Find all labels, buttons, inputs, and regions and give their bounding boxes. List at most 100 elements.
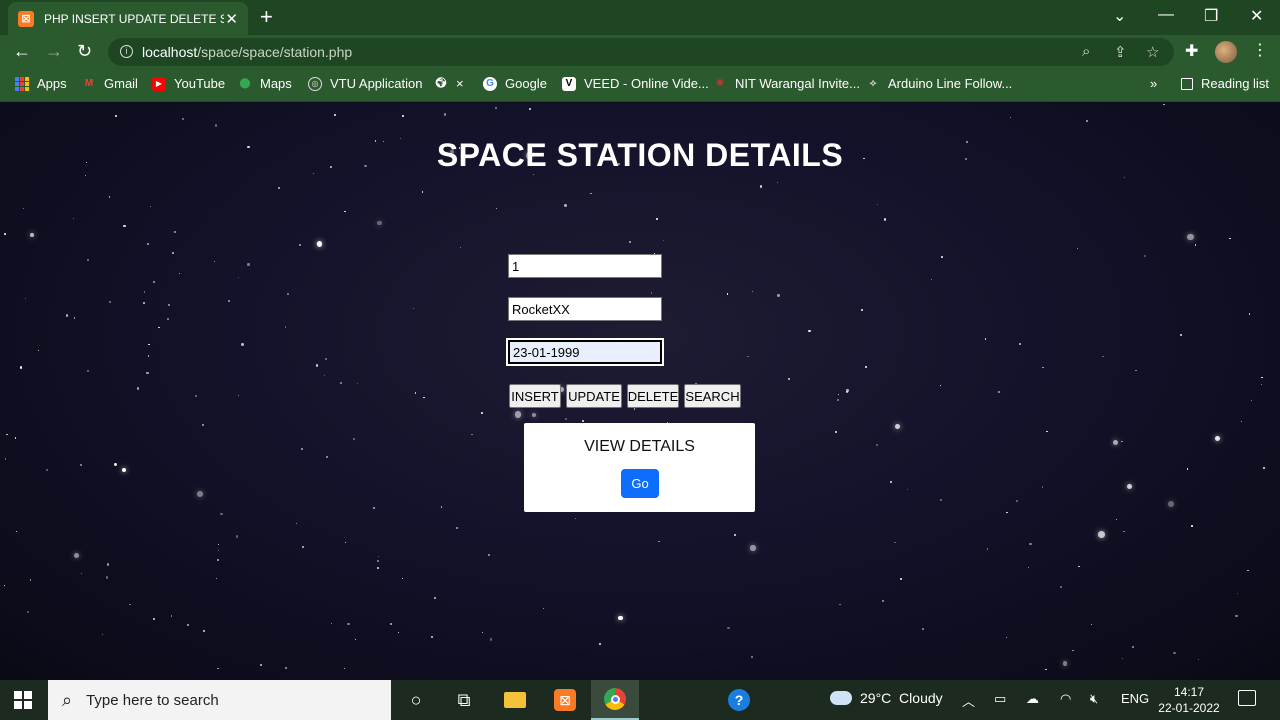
- view-details-panel: VIEW DETAILS Go: [524, 423, 755, 512]
- tab-search-chevron-icon[interactable]: ⌄: [1113, 6, 1126, 26]
- star-dot: [663, 239, 665, 241]
- star-dot: [1173, 651, 1176, 654]
- battery-icon[interactable]: ▭: [994, 691, 1006, 707]
- star-dot: [84, 174, 87, 177]
- minimize-icon[interactable]: —: [1158, 6, 1174, 24]
- star-dot: [397, 631, 399, 633]
- go-button[interactable]: Go: [621, 469, 659, 498]
- cortana-circle-icon[interactable]: ○: [404, 688, 428, 712]
- star-dot: [123, 224, 126, 228]
- chrome-app[interactable]: [591, 680, 639, 720]
- bookmark-arduino[interactable]: ⟡ Arduino Line Follow...: [866, 76, 1013, 91]
- window-close-icon[interactable]: ✕: [1250, 6, 1263, 26]
- star-dot: [734, 533, 737, 536]
- search-button[interactable]: SEARCH: [684, 384, 741, 408]
- bookmark-label: Apps: [37, 76, 67, 91]
- notification-icon[interactable]: [1238, 690, 1256, 706]
- star-dot: [295, 522, 298, 525]
- star-dot: [482, 631, 484, 633]
- task-view-icon[interactable]: ⧉: [452, 688, 476, 712]
- taskbar-search[interactable]: ⌕ Type here to search: [48, 680, 391, 720]
- address-bar[interactable]: i localhost/space/space/station.php ⌕ ⇪ …: [108, 38, 1174, 66]
- bookmark-apps[interactable]: Apps: [15, 76, 67, 91]
- star-dot: [1131, 646, 1134, 649]
- star-dot: [650, 292, 653, 295]
- help-app[interactable]: ?: [715, 680, 763, 720]
- bookmarks-bar: Apps M Gmail ▶ YouTube ⬤ Maps ◎ VTU Appl…: [0, 68, 1280, 102]
- star-dot: [401, 115, 404, 118]
- star-dot: [106, 563, 110, 566]
- forward-arrow-icon[interactable]: →: [45, 41, 63, 61]
- star-dot: [29, 579, 32, 581]
- bookmark-maps[interactable]: ⬤ Maps: [238, 76, 291, 91]
- volume-muted-icon[interactable]: 🔇︎: [1090, 691, 1098, 707]
- bookmark-vtu[interactable]: ◎ VTU Application: [308, 76, 423, 91]
- star-dot: [1195, 244, 1197, 246]
- wifi-icon[interactable]: ◠: [1060, 691, 1071, 707]
- star-dot: [153, 618, 156, 620]
- star-dot: [1122, 658, 1124, 660]
- menu-dots-icon[interactable]: ⋮: [1252, 40, 1268, 60]
- file-explorer-app[interactable]: [491, 680, 539, 720]
- star-dot: [1143, 254, 1146, 257]
- bookmarks-overflow[interactable]: »: [1150, 76, 1157, 91]
- bookmark-nitw[interactable]: ✺ NIT Warangal Invite...: [713, 76, 860, 91]
- bookmark-gmail[interactable]: M Gmail: [82, 76, 138, 91]
- star-dot: [788, 377, 791, 381]
- zoom-magnifier-icon[interactable]: ⌕: [1082, 43, 1090, 60]
- star-dot: [884, 218, 887, 221]
- site-info-icon[interactable]: i: [120, 45, 133, 58]
- star-dot: [865, 365, 868, 369]
- star-dot: [73, 218, 75, 220]
- reading-list[interactable]: Reading list: [1181, 76, 1269, 91]
- apps-grid-icon: [15, 76, 29, 91]
- back-arrow-icon[interactable]: ←: [13, 41, 31, 61]
- star-dot: [215, 577, 217, 579]
- star-dot: [377, 555, 380, 558]
- star-dot: [217, 549, 219, 552]
- station-name-input[interactable]: [508, 297, 662, 321]
- new-tab-plus-icon[interactable]: +: [260, 6, 273, 28]
- station-date-input[interactable]: [506, 338, 664, 366]
- close-icon[interactable]: ✕: [225, 10, 238, 28]
- station-id-input[interactable]: [508, 254, 662, 278]
- bookmark-star-icon[interactable]: ☆: [1146, 43, 1159, 61]
- browser-tab[interactable]: ⊠ PHP INSERT UPDATE DELETE SEA ✕: [8, 2, 248, 35]
- tray-chevron-up-icon[interactable]: ︿: [962, 691, 975, 710]
- weather-widget[interactable]: 29°C Cloudy: [830, 690, 943, 706]
- star-dot: [330, 622, 332, 625]
- extensions-puzzle-icon[interactable]: ✚: [1185, 41, 1198, 61]
- reload-icon[interactable]: ↻: [77, 41, 92, 61]
- star-dot: [1060, 586, 1062, 588]
- star-dot: [148, 344, 150, 346]
- star-dot: [196, 490, 203, 497]
- star-dot: [1236, 592, 1239, 594]
- star-dot: [316, 240, 323, 247]
- star-dot: [323, 374, 325, 376]
- share-icon[interactable]: ⇪: [1114, 43, 1127, 61]
- insert-button[interactable]: INSERT: [509, 384, 561, 408]
- star-dot: [876, 443, 879, 447]
- onedrive-cloud-icon[interactable]: ☁: [1026, 691, 1039, 707]
- bookmark-veed[interactable]: V VEED - Online Vide...: [562, 76, 709, 91]
- bookmark-google[interactable]: G Google: [483, 76, 547, 91]
- bookmark-globe[interactable]: 🌍︎ ×: [434, 76, 464, 91]
- restore-icon[interactable]: ❐: [1204, 6, 1218, 26]
- system-clock[interactable]: 14:17 22-01-2022: [1150, 684, 1228, 716]
- xampp-app[interactable]: ⊠: [541, 680, 589, 720]
- star-dot: [334, 113, 336, 116]
- language-indicator[interactable]: ENG: [1121, 691, 1149, 706]
- star-dot: [259, 664, 263, 667]
- delete-button[interactable]: DELETE: [627, 384, 679, 408]
- star-dot: [1263, 466, 1265, 469]
- windows-taskbar: ⌕ Type here to search ○ ⧉ ⊠ ? 29°C Cloud…: [0, 680, 1280, 720]
- star-dot: [1261, 376, 1263, 379]
- google-icon: G: [483, 76, 497, 91]
- bookmark-youtube[interactable]: ▶ YouTube: [152, 76, 225, 91]
- star-dot: [1251, 399, 1253, 401]
- update-button[interactable]: UPDATE: [566, 384, 622, 408]
- url-text[interactable]: localhost/space/space/station.php: [142, 44, 352, 60]
- windows-start-icon[interactable]: [14, 691, 32, 709]
- profile-avatar[interactable]: [1215, 41, 1237, 63]
- star-dot: [1187, 234, 1194, 241]
